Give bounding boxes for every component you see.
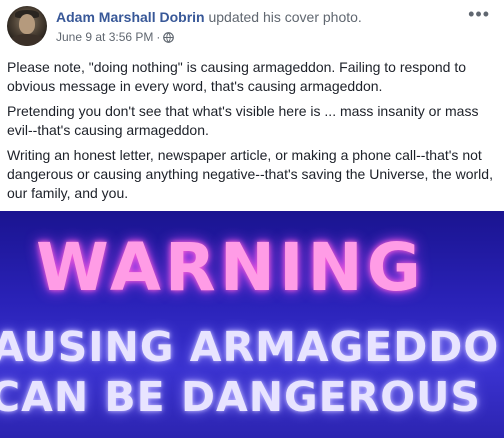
post-paragraph: Pretending you don't see that what's vis… bbox=[7, 103, 479, 138]
more-options-icon[interactable]: ••• bbox=[468, 4, 490, 25]
cover-text-line: AUSING ARMAGEDDO bbox=[0, 323, 500, 371]
post-action-text: updated his cover photo. bbox=[208, 9, 362, 25]
post-timestamp-link[interactable]: June 9 at 3:56 PM bbox=[56, 30, 153, 44]
cover-photo[interactable]: WARNING AUSING ARMAGEDDO CAN BE DANGEROU… bbox=[0, 211, 504, 438]
author-avatar[interactable] bbox=[7, 6, 47, 46]
cover-text-line: CAN BE DANGEROUS bbox=[0, 373, 481, 421]
cover-headline: WARNING bbox=[36, 229, 425, 306]
facebook-post: Adam Marshall Dobrin updated his cover p… bbox=[0, 0, 504, 438]
post-paragraph: Please note, "doing nothing" is causing … bbox=[7, 59, 467, 94]
post-paragraph: Writing an honest letter, newspaper arti… bbox=[7, 147, 493, 201]
post-meta: June 9 at 3:56 PM · bbox=[56, 30, 175, 44]
post-body: Please note, "doing nothing" is causing … bbox=[7, 58, 493, 209]
globe-icon[interactable] bbox=[163, 31, 175, 43]
avatar-shoulders bbox=[9, 34, 45, 46]
author-name-link[interactable]: Adam Marshall Dobrin bbox=[56, 9, 205, 25]
meta-separator: · bbox=[156, 30, 161, 44]
avatar-face bbox=[19, 14, 35, 34]
post-title-line: Adam Marshall Dobrin updated his cover p… bbox=[56, 9, 362, 25]
post-header: Adam Marshall Dobrin updated his cover p… bbox=[0, 0, 504, 52]
